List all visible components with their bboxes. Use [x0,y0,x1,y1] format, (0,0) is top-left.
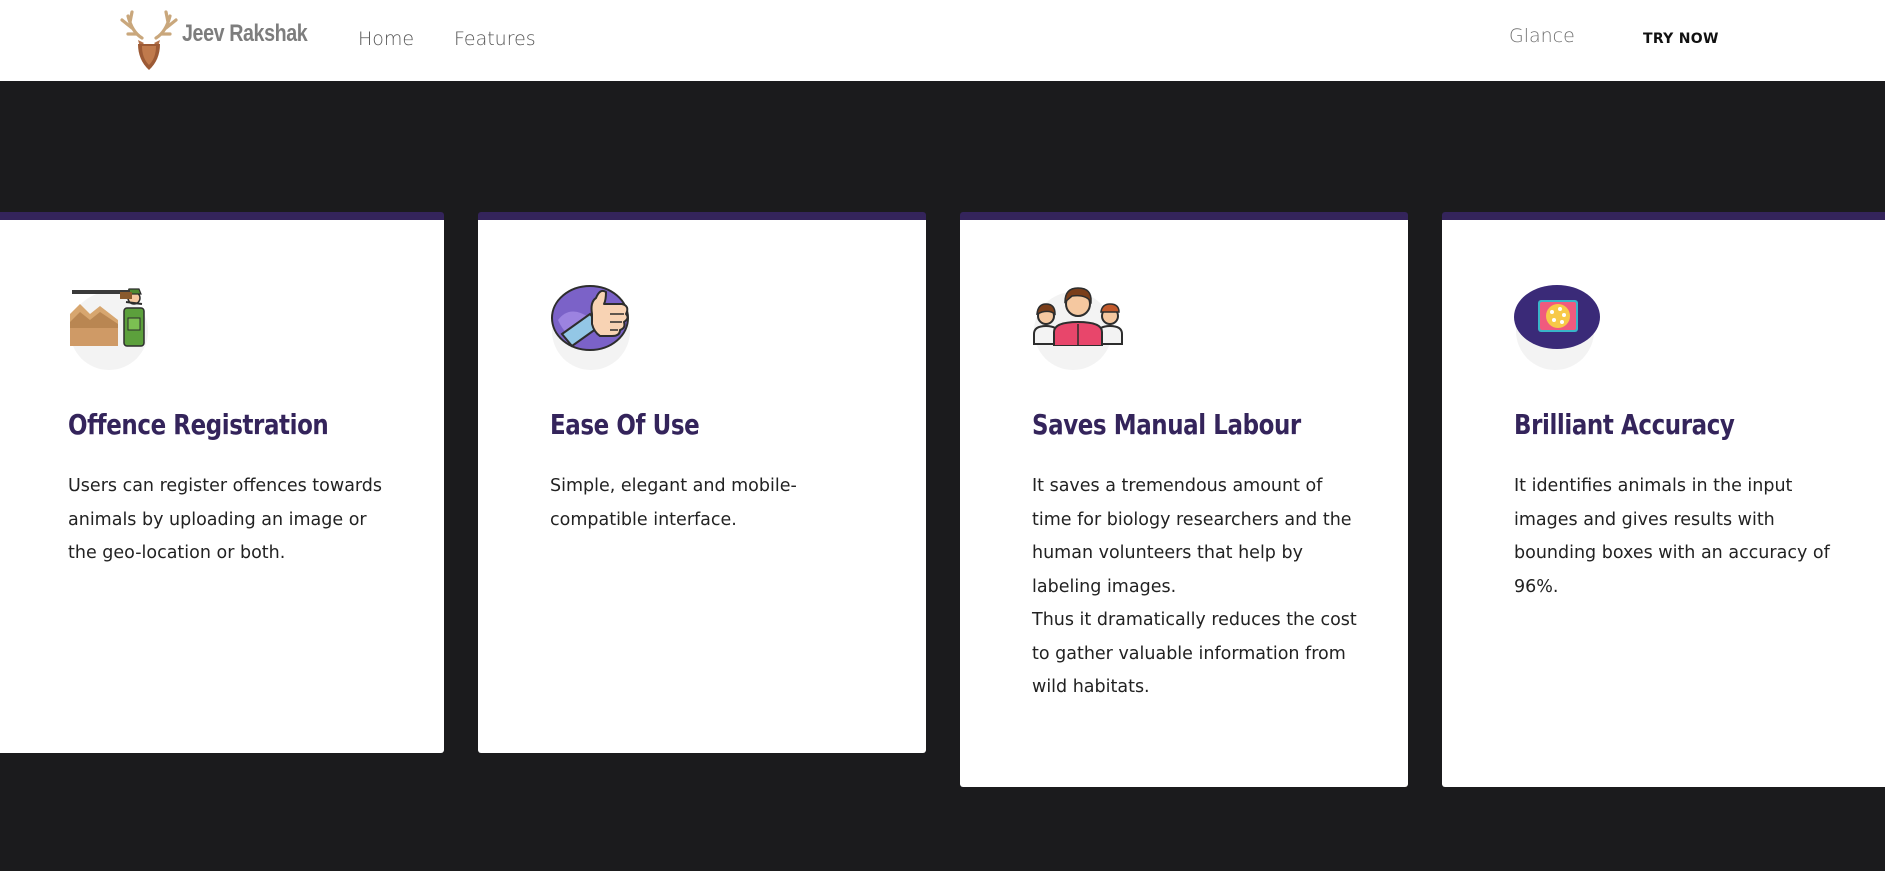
feature-paragraph: Users can register offences towards anim… [68,476,383,563]
nav-features-link[interactable]: Features [454,28,536,50]
feature-description: It saves a tremendous amount of time for… [1032,470,1362,705]
feature-card-saves-manual-labour: Saves Manual Labour It saves a tremendou… [960,212,1408,787]
feature-paragraph: It identifies animals in the input image… [1514,476,1830,597]
feature-card-brilliant-accuracy: Brilliant Accuracy It identifies animals… [1442,212,1885,787]
image-target-icon [1514,284,1602,372]
try-now-button[interactable]: TRY NOW [1643,31,1719,47]
feature-description: Users can register offences towards anim… [68,470,398,571]
nav-glance-link[interactable]: Glance [1509,25,1575,47]
feature-card-ease-of-use: Ease Of Use Simple, elegant and mobile-c… [478,212,926,753]
feature-paragraph: It saves a tremendous amount of time for… [1032,476,1352,597]
feature-title: Saves Manual Labour [1032,408,1301,441]
thumbs-up-icon [550,284,638,372]
feature-title: Ease Of Use [550,408,700,441]
feature-paragraph: Simple, elegant and mobile-compatible in… [550,476,797,530]
hunter-rifle-icon [68,284,156,372]
deer-antler-shield-icon[interactable] [118,10,180,72]
navbar: Jeev Rakshak Home Features Glance TRY NO… [0,0,1885,81]
feature-card-offence-registration: Offence Registration Users can register … [0,212,444,753]
feature-description: It identifies animals in the input image… [1514,470,1844,604]
people-group-icon [1032,284,1123,372]
feature-paragraph: Thus it dramatically reduces the cost to… [1032,610,1357,697]
nav-home-link[interactable]: Home [358,28,414,50]
brand-name[interactable]: Jeev Rakshak [182,20,308,48]
feature-description: Simple, elegant and mobile-compatible in… [550,470,880,537]
feature-title: Brilliant Accuracy [1514,408,1735,441]
feature-title: Offence Registration [68,408,329,441]
